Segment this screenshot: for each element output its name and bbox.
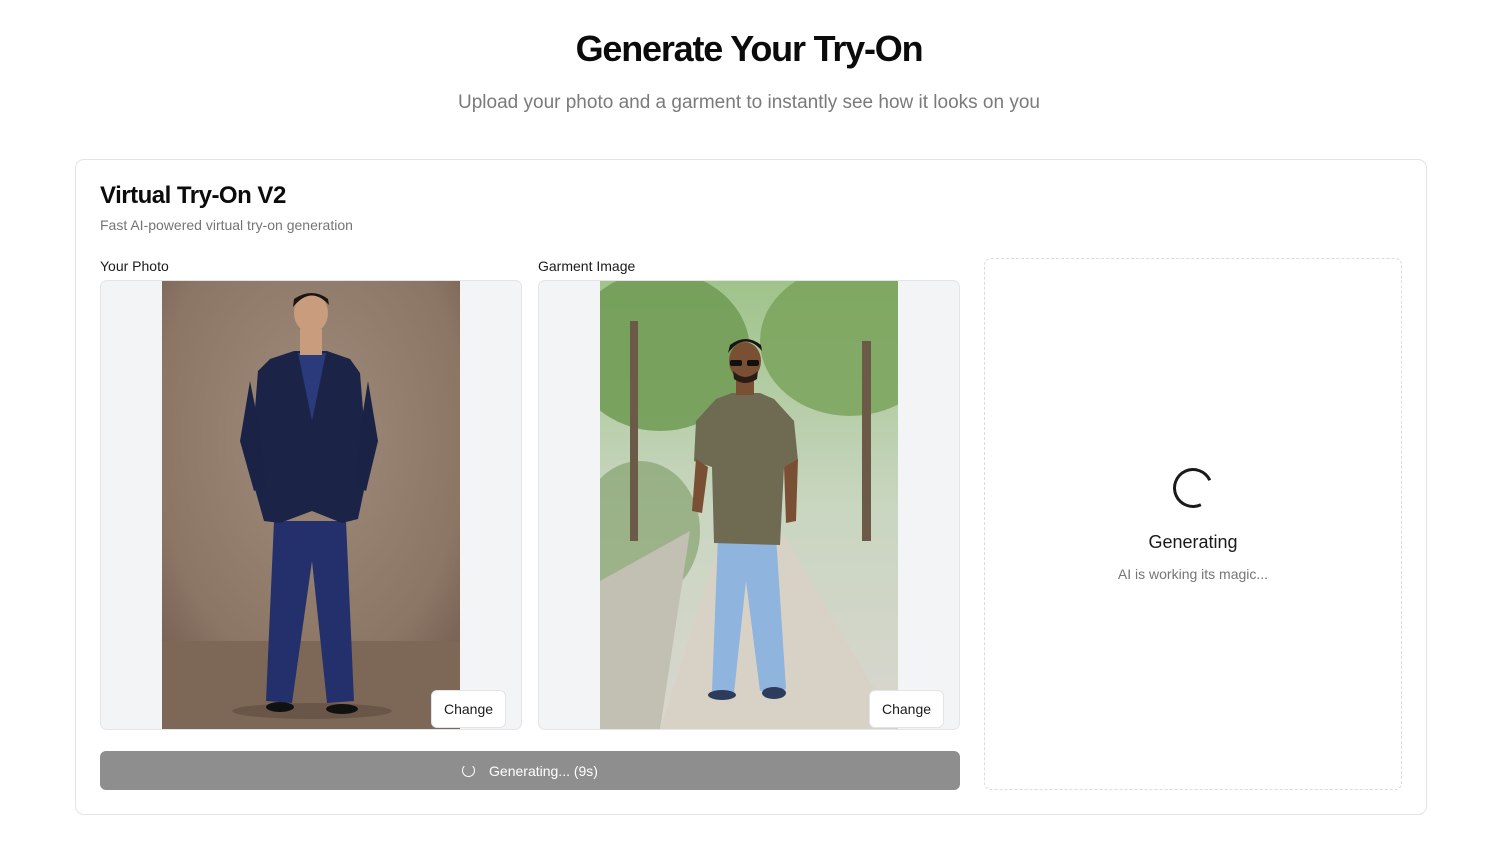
garment-image-label: Garment Image bbox=[538, 258, 636, 274]
card-description: Fast AI-powered virtual try-on generatio… bbox=[100, 217, 353, 233]
garment-image-dropzone[interactable]: Change bbox=[538, 280, 960, 730]
page-subtitle: Upload your photo and a garment to insta… bbox=[458, 92, 1040, 113]
generate-button[interactable]: Generating... (9s) bbox=[100, 751, 960, 790]
garment-image bbox=[600, 281, 898, 729]
result-panel: Generating AI is working its magic... bbox=[984, 258, 1402, 790]
loading-spinner-icon bbox=[1167, 462, 1219, 514]
person-photo-dropzone[interactable]: Change bbox=[100, 280, 522, 730]
generate-button-label: Generating... (9s) bbox=[489, 762, 598, 779]
person-photo-label: Your Photo bbox=[100, 258, 169, 274]
result-status-title: Generating bbox=[1148, 532, 1238, 552]
tryon-card: Virtual Try-On V2 Fast AI-powered virtua… bbox=[75, 159, 1427, 815]
result-status-subtitle: AI is working its magic... bbox=[1117, 566, 1269, 582]
loading-spinner-icon bbox=[462, 764, 476, 777]
page-title: Generate Your Try-On bbox=[575, 28, 924, 69]
card-title: Virtual Try-On V2 bbox=[100, 182, 286, 209]
change-person-photo-button[interactable]: Change bbox=[431, 690, 506, 728]
change-garment-image-button[interactable]: Change bbox=[869, 690, 944, 728]
person-photo-image bbox=[162, 281, 460, 729]
